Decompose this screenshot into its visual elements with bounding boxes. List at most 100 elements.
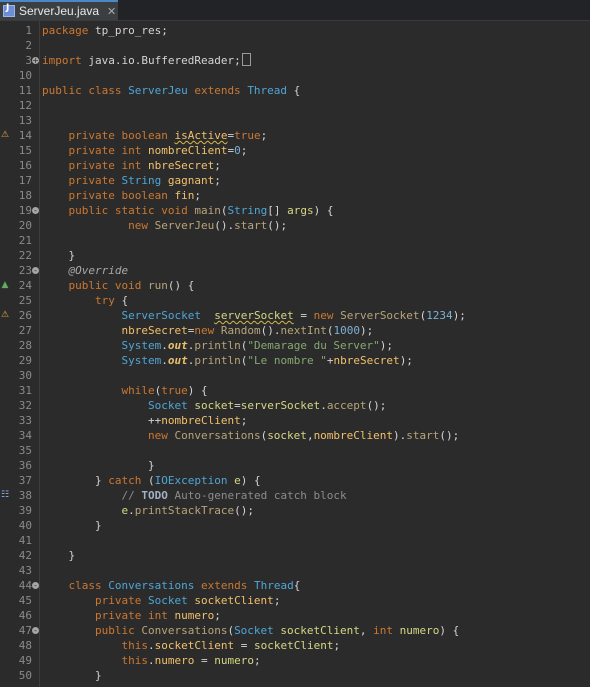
code-line[interactable]: 11 public class ServerJeu extends Thread … — [0, 83, 590, 98]
line-number: 31 — [18, 384, 32, 397]
code-token: accept — [326, 399, 367, 412]
code-token: [] — [267, 204, 288, 217]
code-token: printStackTrace — [134, 504, 235, 517]
code-line[interactable]: 32 Socket socket=serverSocket.accept(); — [0, 398, 590, 413]
code-line[interactable]: 34 new Conversations(socket,nombreClient… — [0, 428, 590, 443]
collapse-fold-icon[interactable]: - — [32, 627, 39, 635]
code-line[interactable]: 16 private int nbreSecret; — [0, 158, 590, 173]
line-number: 2 — [25, 39, 32, 52]
code-line[interactable]: 13 — [0, 113, 590, 128]
code-line[interactable]: 28 System.out.println("Demarage du Serve… — [0, 338, 590, 353]
code-line[interactable]: 39 e.printStackTrace(); — [0, 503, 590, 518]
code-line[interactable]: ▲ 24 public void run() { — [0, 278, 590, 293]
code-token: nbreSecret — [121, 324, 188, 337]
code-line[interactable]: 31 while(true) { — [0, 383, 590, 398]
code-line[interactable]: 49 this.numero = numero; — [0, 653, 590, 668]
code-token: true — [161, 384, 188, 397]
expand-fold-icon[interactable]: + — [32, 57, 39, 65]
code-line[interactable]: 36 } — [0, 458, 590, 473]
code-token: , — [359, 624, 374, 637]
code-token: ) { — [240, 474, 261, 487]
code-line[interactable]: 2 — [0, 38, 590, 53]
line-number: 21 — [18, 234, 32, 247]
override-marker-icon[interactable]: ▲ — [0, 279, 10, 291]
code-text: private int nbreSecret; — [42, 158, 221, 173]
code-token: start — [234, 219, 268, 232]
code-line[interactable]: 42 } — [0, 548, 590, 563]
code-line[interactable]: 48 this.socketClient = socketClient; — [0, 638, 590, 653]
warning-marker-icon[interactable]: ⚠ — [0, 129, 10, 141]
code-line[interactable]: 10 — [0, 68, 590, 83]
line-number: 18 — [18, 189, 32, 202]
line-number: 50 — [18, 669, 32, 682]
code-editor[interactable]: 1 package tp_pro_res; 2 3 + import java.io.Bu… — [0, 21, 590, 687]
code-line[interactable]: 44- class Conversations extends Thread{ — [0, 578, 590, 593]
code-token: IOException — [154, 474, 235, 487]
code-token: socketClient — [253, 639, 334, 652]
code-line[interactable]: 20 new ServerJeu().start(); — [0, 218, 590, 233]
code-line[interactable]: 41 — [0, 533, 590, 548]
line-number: 14 — [18, 129, 32, 142]
line-number: 47 — [18, 624, 32, 637]
collapse-fold-icon[interactable]: - — [32, 207, 39, 215]
code-token: Socket — [234, 624, 281, 637]
code-line[interactable]: ⚠ 14 private boolean isActive=true; — [0, 128, 590, 143]
code-token: tp_pro_res; — [88, 24, 168, 37]
code-line[interactable]: 3 + import java.io.BufferedReader; — [0, 53, 590, 68]
warning-marker-icon[interactable]: ⚠ — [0, 309, 10, 321]
line-number: 37 — [18, 474, 32, 487]
code-line[interactable]: 47- public Conversations(Socket socketCl… — [0, 623, 590, 638]
code-line[interactable]: 46 private int numero; — [0, 608, 590, 623]
code-line[interactable]: 1 package tp_pro_res; — [0, 23, 590, 38]
code-area[interactable]: 1 package tp_pro_res; 2 3 + import java.io.Bu… — [0, 21, 590, 687]
code-line[interactable]: 30 — [0, 368, 590, 383]
code-line[interactable]: 15 private int nombreClient=0; — [0, 143, 590, 158]
code-token: nbreSecret — [333, 354, 400, 367]
code-token: serverSocket — [214, 309, 294, 322]
line-number: 38 — [18, 489, 32, 502]
code-line[interactable]: 43 — [0, 563, 590, 578]
collapse-fold-icon[interactable]: - — [32, 267, 39, 275]
code-line[interactable]: ☷ 38 // TODO Auto-generated catch block — [0, 488, 590, 503]
code-line[interactable]: 35 — [0, 443, 590, 458]
code-line[interactable]: 33 ++nombreClient; — [0, 413, 590, 428]
code-token: Conversations — [141, 624, 228, 637]
code-line[interactable]: 27 nbreSecret=new Random().nextInt(1000)… — [0, 323, 590, 338]
code-line[interactable]: 23- @Override — [0, 263, 590, 278]
collapse-fold-icon[interactable]: - — [32, 582, 39, 590]
code-line[interactable]: ⚠ 26 ServerSocket serverSocket = new Serv… — [0, 308, 590, 323]
code-text: System.out.println("Demarage du Server")… — [42, 338, 393, 353]
line-number: 42 — [18, 549, 32, 562]
folded-imports-box[interactable] — [241, 53, 251, 66]
code-token: Thread — [253, 579, 294, 592]
task-marker-icon[interactable]: ☷ — [0, 489, 10, 501]
code-token: isActive — [174, 129, 228, 142]
code-line[interactable]: 37 } catch (IOException e) { — [0, 473, 590, 488]
code-line[interactable]: 17 private String gagnant; — [0, 173, 590, 188]
code-line[interactable]: 21 — [0, 233, 590, 248]
code-line[interactable]: 50 } — [0, 668, 590, 683]
code-token: new — [313, 309, 341, 322]
line-number: 20 — [18, 219, 32, 232]
code-text: private boolean fin; — [42, 188, 201, 203]
code-line[interactable]: 40 } — [0, 518, 590, 533]
code-token: ; — [214, 174, 221, 187]
code-line[interactable]: 19- public static void main(String[] arg… — [0, 203, 590, 218]
code-line[interactable]: 18 private boolean fin; — [0, 188, 590, 203]
tab-serverjeu-java[interactable]: ServerJeu.java ✕ — [0, 0, 118, 20]
close-icon[interactable]: ✕ — [107, 5, 116, 18]
code-line[interactable]: 25 try { — [0, 293, 590, 308]
code-token: socketClient — [280, 624, 360, 637]
code-token: extends — [194, 579, 254, 592]
code-line[interactable]: 29 System.out.println("Le nombre "+nbreS… — [0, 353, 590, 368]
code-token: Thread — [247, 84, 288, 97]
line-number: 15 — [18, 144, 32, 157]
code-token: numero — [399, 624, 440, 637]
code-line[interactable]: 12 — [0, 98, 590, 113]
code-line[interactable]: 22 } — [0, 248, 590, 263]
code-line[interactable]: 45 private Socket socketClient; — [0, 593, 590, 608]
